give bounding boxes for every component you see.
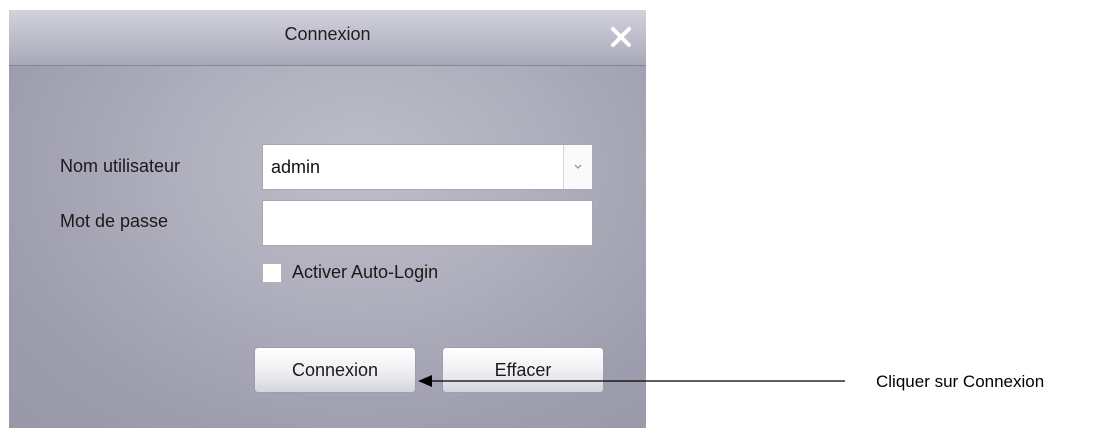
annotation-arrow xyxy=(418,375,845,387)
annotation-label: Cliquer sur Connexion xyxy=(876,372,1045,391)
